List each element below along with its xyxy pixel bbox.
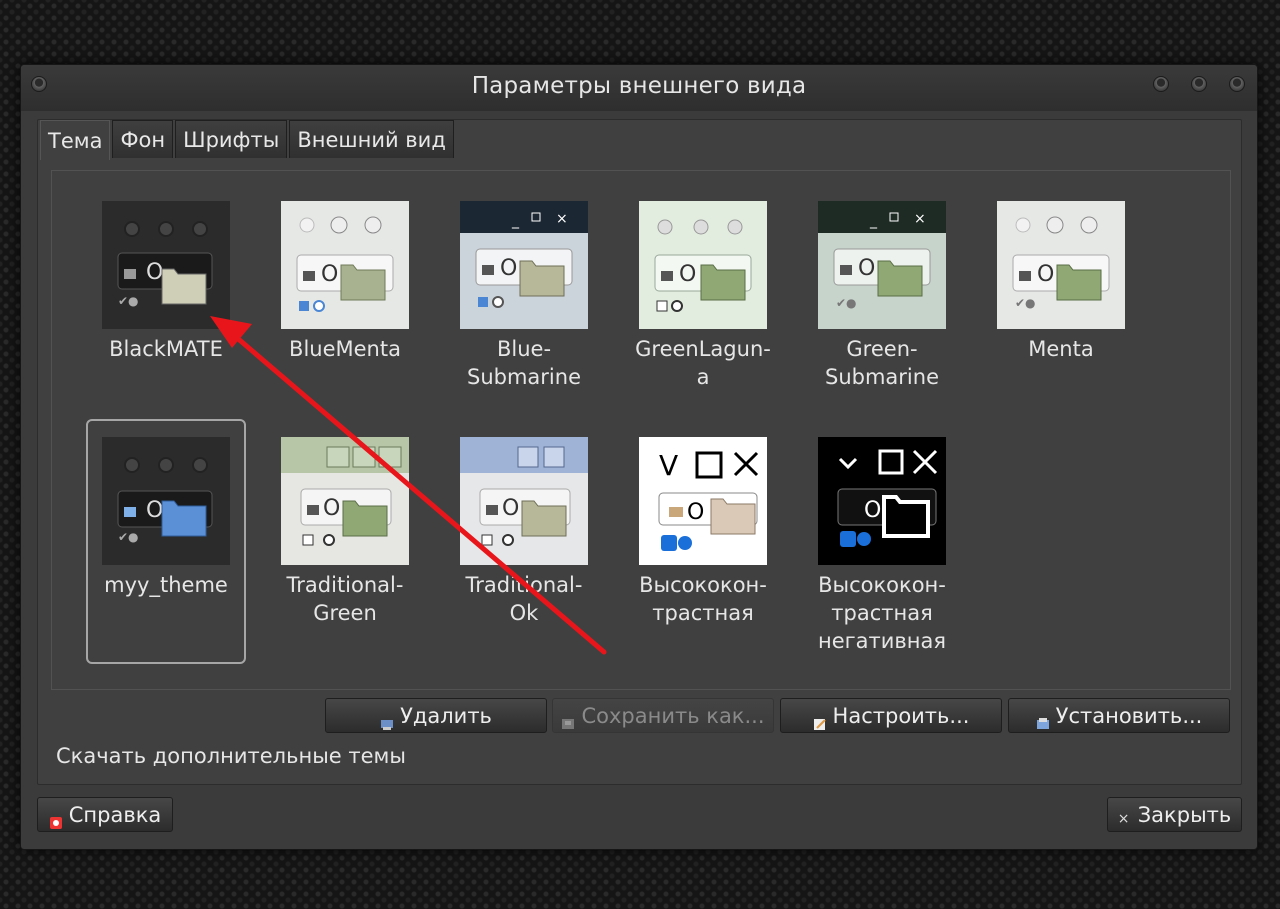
theme-label: Green- Submarine bbox=[825, 337, 939, 389]
svg-text:O: O bbox=[321, 262, 338, 287]
install-icon bbox=[1036, 712, 1050, 729]
theme-item-high-contrast[interactable]: V O Высококон- трастная bbox=[623, 419, 783, 664]
theme-preview-icon: O ✔● bbox=[102, 201, 230, 329]
close-window-button[interactable] bbox=[1229, 76, 1245, 92]
theme-preview-icon: O bbox=[460, 437, 588, 565]
tab-interface[interactable]: Внешний вид bbox=[289, 120, 454, 158]
theme-preview-icon: V O bbox=[639, 437, 767, 565]
save-icon bbox=[561, 712, 575, 729]
svg-text:O: O bbox=[864, 498, 881, 523]
theme-item-blackmate[interactable]: O ✔● BlackMATE bbox=[86, 183, 246, 428]
tab-fonts[interactable]: Шрифты bbox=[175, 120, 288, 158]
theme-item-traditional-ok[interactable]: O Traditional- Ok bbox=[444, 419, 604, 664]
svg-text:×: × bbox=[556, 211, 568, 227]
svg-text:O: O bbox=[500, 256, 517, 281]
close-icon: × bbox=[1117, 810, 1130, 827]
maximize-button[interactable] bbox=[1191, 76, 1207, 92]
dialog-content: Тема Фон Шрифты Внешний вид O ✔● BlackMA… bbox=[37, 119, 1242, 785]
help-button[interactable]: Справка bbox=[37, 797, 173, 832]
appearance-preferences-window: Параметры внешнего вида Тема Фон Шрифты … bbox=[20, 64, 1258, 850]
theme-preview-icon: O bbox=[818, 437, 946, 565]
svg-text:✔●: ✔● bbox=[118, 294, 139, 308]
tab-background[interactable]: Фон bbox=[112, 120, 174, 158]
tab-theme[interactable]: Тема bbox=[40, 120, 111, 160]
theme-item-green-submarine[interactable]: _ × O ✔● Green- Submarine bbox=[802, 183, 962, 428]
theme-preview-icon: O bbox=[639, 201, 767, 329]
help-icon bbox=[49, 811, 63, 829]
minimize-button[interactable] bbox=[1153, 76, 1169, 92]
window-title: Параметры внешнего вида bbox=[471, 73, 807, 99]
edit-icon bbox=[813, 712, 827, 730]
theme-preview-icon: O ✔● bbox=[997, 201, 1125, 329]
titlebar[interactable]: Параметры внешнего вида bbox=[21, 65, 1257, 111]
svg-text:✔●: ✔● bbox=[1015, 296, 1036, 310]
svg-text:O: O bbox=[502, 496, 519, 521]
customize-button[interactable]: Настроить... bbox=[780, 698, 1002, 733]
tab-bar: Тема Фон Шрифты Внешний вид bbox=[40, 120, 456, 160]
svg-text:O: O bbox=[858, 256, 875, 281]
theme-label: Blue- Submarine bbox=[467, 337, 581, 389]
svg-text:V: V bbox=[659, 449, 678, 482]
theme-label: Menta bbox=[1028, 337, 1094, 361]
theme-label: myy_theme bbox=[104, 573, 228, 597]
theme-preview-icon: O ✔● bbox=[102, 437, 230, 565]
svg-text:_: _ bbox=[869, 213, 878, 229]
svg-text:_: _ bbox=[511, 213, 520, 229]
theme-item-greenlaguna[interactable]: O GreenLagun- a bbox=[623, 183, 783, 428]
close-button[interactable]: × Закрыть bbox=[1107, 797, 1242, 832]
svg-text:✔●: ✔● bbox=[118, 530, 139, 544]
theme-label: Высококон- трастная bbox=[639, 573, 767, 625]
svg-text:O: O bbox=[679, 262, 696, 287]
theme-item-high-contrast-inverse[interactable]: O Высококон- трастная негативная bbox=[802, 419, 962, 664]
theme-label: Traditional- Ok bbox=[465, 573, 583, 625]
delete-icon bbox=[380, 712, 394, 730]
download-more-themes-link[interactable]: Скачать дополнительные темы bbox=[56, 744, 406, 768]
theme-item-bluementa[interactable]: O BlueMenta bbox=[265, 183, 425, 428]
theme-preview-icon: _ × O bbox=[460, 201, 588, 329]
svg-text:O: O bbox=[146, 260, 163, 285]
svg-text:O: O bbox=[146, 498, 163, 523]
theme-preview-icon: O bbox=[281, 201, 409, 329]
theme-label: GreenLagun- a bbox=[635, 337, 771, 389]
theme-grid: O ✔● BlackMATE O BlueMenta _ × O Blue- S… bbox=[51, 170, 1231, 690]
theme-label: Traditional- Green bbox=[286, 573, 404, 625]
theme-preview-icon: O bbox=[281, 437, 409, 565]
svg-text:✔●: ✔● bbox=[836, 296, 857, 310]
theme-item-menta[interactable]: O ✔● Menta bbox=[981, 183, 1141, 428]
theme-label: BlueMenta bbox=[289, 337, 401, 361]
theme-item-blue-submarine[interactable]: _ × O Blue- Submarine bbox=[444, 183, 604, 428]
theme-preview-icon: _ × O ✔● bbox=[818, 201, 946, 329]
svg-text:O: O bbox=[1037, 262, 1054, 287]
svg-text:O: O bbox=[323, 496, 340, 521]
theme-label: Высококон- трастная негативная bbox=[817, 573, 947, 653]
delete-button[interactable]: Удалить bbox=[325, 698, 547, 733]
theme-item-myy-theme[interactable]: O ✔● myy_theme bbox=[86, 419, 246, 664]
svg-text:O: O bbox=[687, 500, 704, 525]
save-as-button[interactable]: Сохранить как... bbox=[552, 698, 774, 733]
theme-item-traditional-green[interactable]: O Traditional- Green bbox=[265, 419, 425, 664]
theme-label: BlackMATE bbox=[109, 337, 223, 361]
install-button[interactable]: Установить... bbox=[1008, 698, 1230, 733]
svg-text:×: × bbox=[914, 211, 926, 227]
